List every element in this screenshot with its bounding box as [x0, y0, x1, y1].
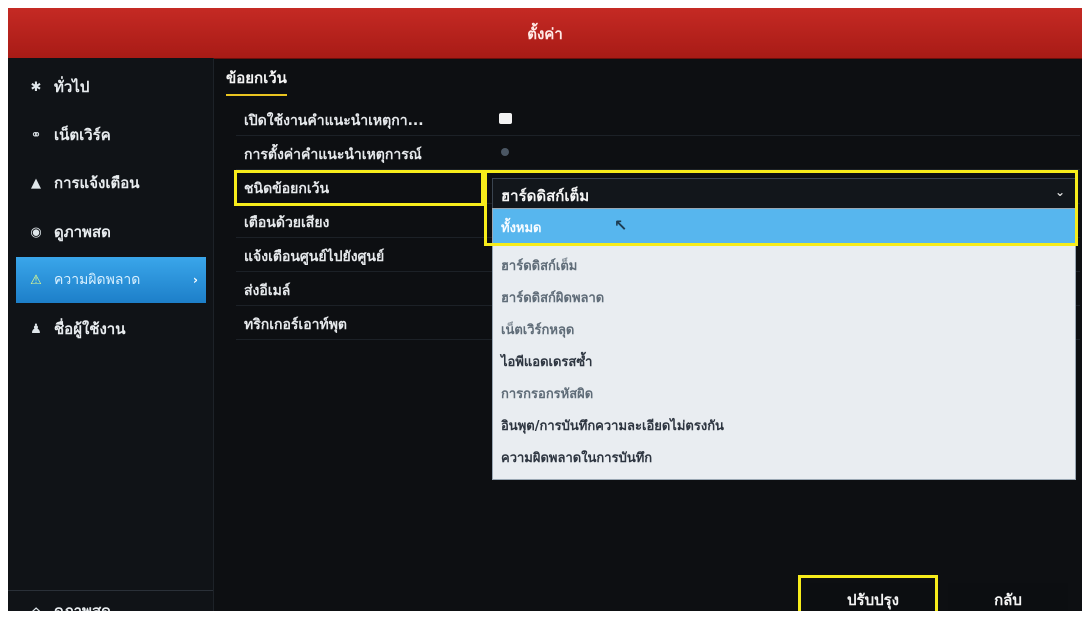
sidebar-bottom-live-view[interactable]: ⌂ ดูภาพสด	[8, 588, 213, 611]
field-container	[491, 103, 1076, 135]
event-hint-settings-radio[interactable]	[501, 148, 509, 156]
highlight-box-apply	[798, 575, 938, 611]
back-button[interactable]: กลับ	[948, 583, 1068, 611]
row-label: เตือนด้วยเสียง	[244, 215, 330, 231]
dropdown-option[interactable]: อินพุต/การบันทึกความละเอียดไม่ตรงกัน	[493, 407, 1075, 439]
sidebar-item-network[interactable]: ⚭ เน็ตเวิร์ค	[8, 112, 213, 158]
eye-icon: ◉	[30, 224, 42, 240]
row-label: การตั้งค่าคำแนะนำเหตุการณ์	[244, 147, 422, 163]
sidebar-bottom-label: ดูภาพสด	[54, 602, 111, 611]
highlight-box-select	[484, 170, 1078, 246]
row-label: ทริกเกอร์เอาท์พุต	[244, 317, 348, 333]
home-icon: ⌂	[31, 603, 41, 612]
option-label: ไอพีแอดเดรสซ้ำ	[501, 355, 593, 370]
field-container	[491, 137, 1076, 169]
row-event-hint-settings: การตั้งค่าคำแนะนำเหตุการณ์	[236, 137, 1080, 170]
sidebar: ✱ ทั่วไป ⚭ เน็ตเวิร์ค ▲ การแจ้งเตือน ◉ ด…	[8, 58, 214, 611]
sidebar-item-users[interactable]: ♟ ชื่อผู้ใช้งาน	[8, 306, 213, 352]
row-label: เปิดใช้งานคำแนะนำเหตุกา...	[244, 113, 424, 129]
option-label: อินพุต/การบันทึกความละเอียดไม่ตรงกัน	[501, 419, 724, 434]
sidebar-item-label: ดูภาพสด	[54, 223, 111, 241]
network-icon: ⚭	[30, 127, 42, 143]
option-label: ฮาร์ดดิสก์เต็ม	[501, 259, 578, 274]
sidebar-item-general[interactable]: ✱ ทั่วไป	[8, 64, 213, 110]
sidebar-item-label: ชื่อผู้ใช้งาน	[54, 320, 126, 338]
option-label: ความผิดพลาดในการบันทึก	[501, 451, 653, 466]
option-label: การกรอกรหัสผิด	[501, 387, 594, 402]
warning-icon: ⚠	[30, 272, 42, 288]
option-label: ฮาร์ดดิสก์ผิดพลาด	[501, 291, 605, 306]
sidebar-item-live-view[interactable]: ◉ ดูภาพสด	[8, 209, 213, 255]
window-title: ตั้งค่า	[527, 25, 563, 43]
sidebar-item-exception[interactable]: ⚠ ความผิดพลาด ›	[16, 257, 206, 303]
dropdown-option[interactable]: ไอพีแอดเดรสซ้ำ	[493, 343, 1075, 375]
alarm-icon: ▲	[31, 175, 41, 191]
users-icon: ♟	[30, 321, 42, 337]
dropdown-option[interactable]: ฮาร์ดดิสก์ผิดพลาด	[493, 279, 1075, 311]
row-label: ส่งอีเมล์	[244, 283, 291, 299]
tab-exception[interactable]: ข้อยกเว้น	[226, 66, 287, 96]
sidebar-item-label: ทั่วไป	[54, 78, 90, 96]
highlight-box-label	[234, 170, 484, 206]
dropdown-option[interactable]: เน็ตเวิร์กหลุด	[493, 311, 1075, 343]
option-label: เน็ตเวิร์กหลุด	[501, 323, 575, 338]
sidebar-item-label: ความผิดพลาด	[54, 272, 141, 288]
sidebar-item-label: การแจ้งเตือน	[54, 174, 140, 192]
dropdown-option[interactable]: ความผิดพลาดในการบันทึก	[493, 439, 1075, 471]
exception-type-dropdown: ทั้งหมด ↖ ฮาร์ดดิสก์เต็ม ฮาร์ดดิสก์ผิดพล…	[492, 208, 1076, 480]
enable-event-hint-checkbox[interactable]	[499, 113, 512, 124]
gear-icon: ✱	[30, 79, 42, 95]
title-bar: ตั้งค่า	[8, 8, 1082, 59]
chevron-right-icon: ›	[193, 273, 198, 287]
sidebar-item-label: เน็ตเวิร์ค	[54, 126, 111, 144]
row-enable-event-hint: เปิดใช้งานคำแนะนำเหตุกา...	[236, 103, 1080, 136]
row-label: แจ้งเตือนศูนย์ไปยังศูนย์	[244, 249, 385, 265]
dropdown-option[interactable]: ฮาร์ดดิสก์เต็ม	[493, 247, 1075, 279]
sidebar-item-alarm[interactable]: ▲ การแจ้งเตือน	[8, 160, 213, 206]
dropdown-option[interactable]: การกรอกรหัสผิด	[493, 375, 1075, 407]
settings-screen: ตั้งค่า ✱ ทั่วไป ⚭ เน็ตเวิร์ค ▲ การแจ้งเ…	[8, 8, 1082, 611]
